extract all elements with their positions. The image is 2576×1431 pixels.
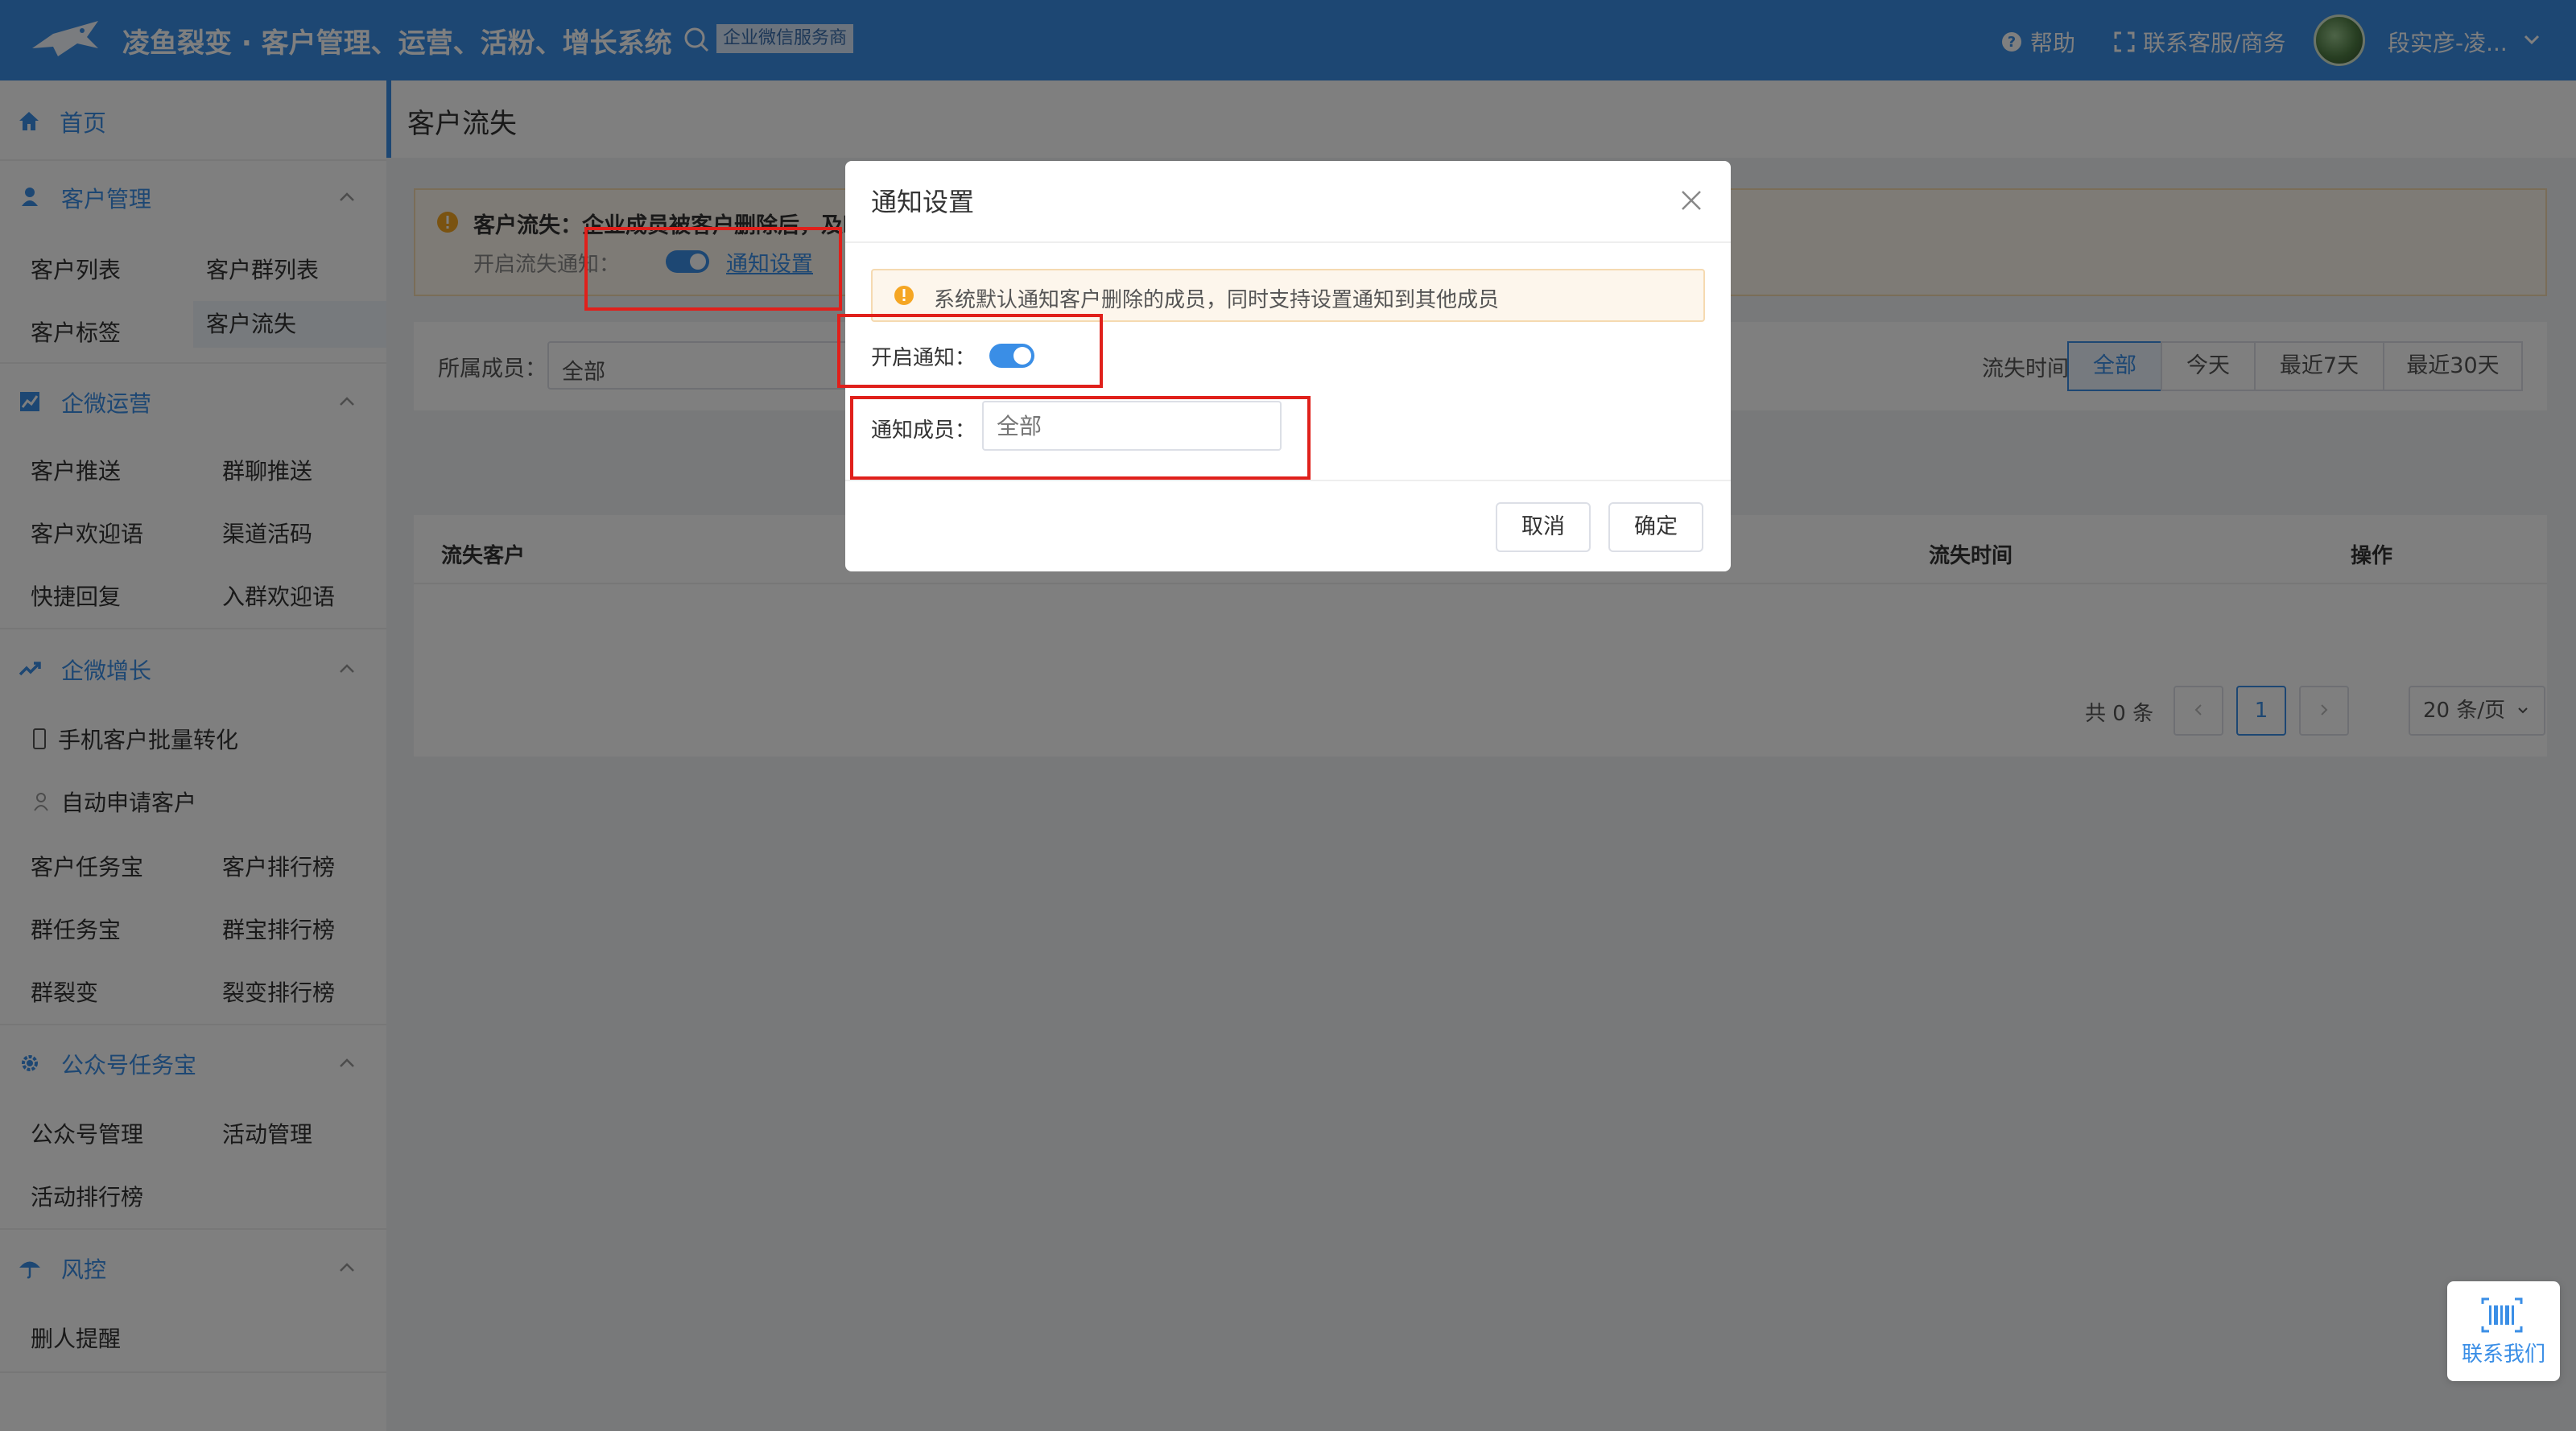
- highlight-box-notify-members: [850, 396, 1311, 480]
- highlight-box-notify-switch: [837, 314, 1103, 388]
- close-icon[interactable]: [1679, 188, 1703, 212]
- dialog-alert-text: 系统默认通知客户删除的成员，同时支持设置通知到其他成员: [934, 288, 1500, 312]
- highlight-box-notify-link: [584, 227, 842, 311]
- dialog-header-divider: [845, 241, 1731, 243]
- contact-us-widget[interactable]: 联系我们: [2447, 1281, 2560, 1381]
- confirm-button[interactable]: 确定: [1608, 502, 1703, 552]
- dialog-footer-divider: [845, 480, 1731, 481]
- barcode-icon: [2481, 1297, 2523, 1333]
- warning-icon: [894, 286, 914, 305]
- dialog-title: 通知设置: [871, 187, 975, 217]
- cancel-button[interactable]: 取消: [1496, 502, 1591, 552]
- contact-us-label: 联系我们: [2461, 1342, 2545, 1367]
